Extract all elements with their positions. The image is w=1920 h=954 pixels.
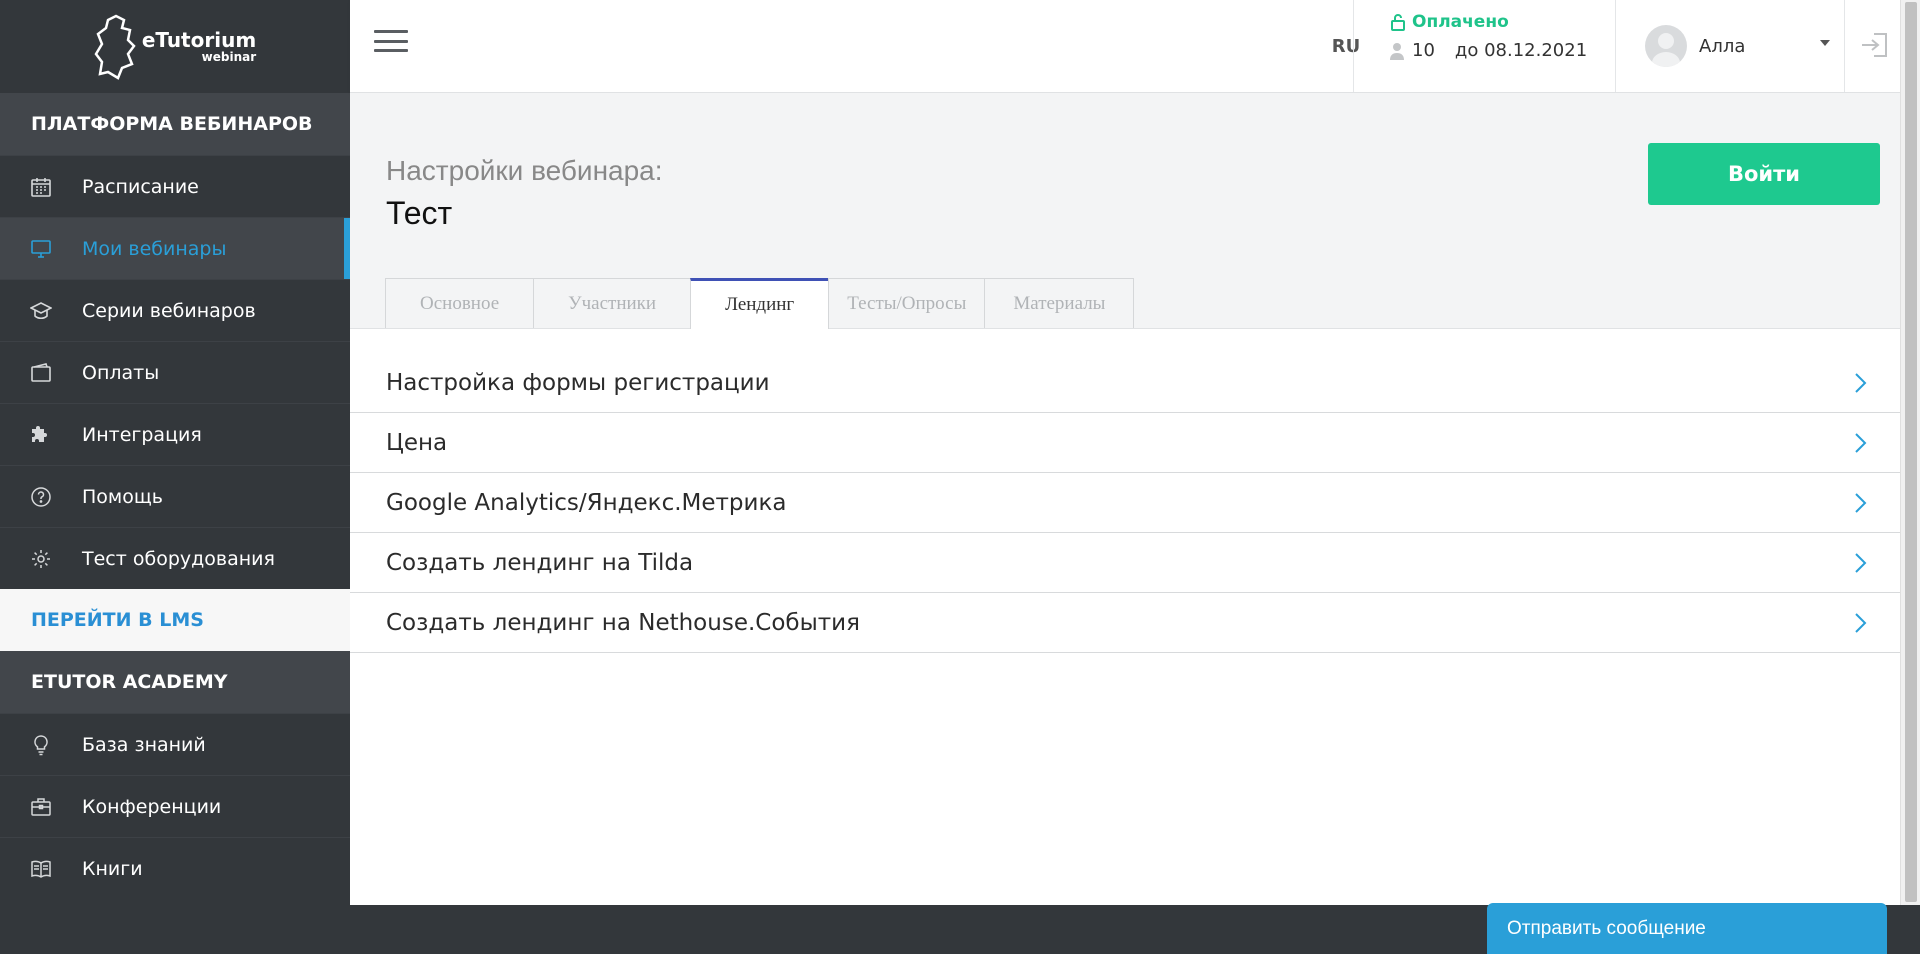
enter-button[interactable]: Войти [1648, 143, 1880, 205]
chevron-right-icon [1852, 431, 1868, 455]
user-menu[interactable]: Алла [1645, 0, 1845, 92]
sidebar: eTutorium webinar ПЛАТФОРМА ВЕБИНАРОВ Ра… [0, 0, 350, 905]
chevron-right-icon [1852, 611, 1868, 635]
tab-materials[interactable]: Материалы [984, 278, 1135, 328]
main-area: RU Оплачено 10 до 08.12.2021 Алла Настро… [350, 0, 1900, 905]
graduation-cap-icon [30, 300, 52, 322]
sidebar-item-label: Оплаты [82, 361, 160, 384]
chevron-right-icon [1852, 551, 1868, 575]
gear-icon [30, 548, 52, 570]
tab-landing[interactable]: Лендинг [690, 278, 830, 329]
setting-label: Цена [386, 429, 448, 456]
divider [1844, 0, 1845, 92]
tabs: Основное Участники Лендинг Тесты/Опросы … [385, 278, 1135, 329]
setting-tilda-landing[interactable]: Создать лендинг на Tilda [350, 533, 1900, 593]
wallet-icon [30, 362, 52, 384]
logo-map-icon [94, 14, 136, 80]
language-selector[interactable]: RU [1306, 0, 1386, 92]
sidebar-item-equipment-test[interactable]: Тест оборудования [0, 527, 350, 589]
setting-registration-form[interactable]: Настройка формы регистрации [350, 353, 1900, 413]
scrollbar-thumb[interactable] [1905, 2, 1917, 902]
section-header-academy: ETUTOR ACADEMY [0, 651, 350, 713]
sidebar-item-schedule[interactable]: Расписание [0, 155, 350, 217]
tab-tests-polls[interactable]: Тесты/Опросы [828, 278, 986, 328]
setting-label: Настройка формы регистрации [386, 369, 770, 396]
setting-label: Создать лендинг на Tilda [386, 549, 694, 576]
scrollbar[interactable] [1900, 0, 1920, 905]
sidebar-item-books[interactable]: Книги [0, 837, 350, 899]
avatar [1645, 25, 1687, 67]
sidebar-item-series[interactable]: Серии вебинаров [0, 279, 350, 341]
calendar-icon [30, 176, 52, 198]
sidebar-item-help[interactable]: Помощь [0, 465, 350, 527]
logo-sub-text: webinar [201, 50, 257, 64]
logo-main-text: eTutorium [141, 28, 257, 52]
sidebar-item-label: Книги [82, 857, 143, 880]
menu-icon[interactable] [374, 30, 408, 52]
logo[interactable]: eTutorium webinar [0, 0, 350, 93]
tab-participants[interactable]: Участники [533, 278, 692, 328]
setting-label: Google Analytics/Яндекс.Метрика [386, 489, 787, 516]
setting-nethouse-landing[interactable]: Создать лендинг на Nethouse.События [350, 593, 1900, 653]
setting-analytics[interactable]: Google Analytics/Яндекс.Метрика [350, 473, 1900, 533]
topbar: RU Оплачено 10 до 08.12.2021 Алла [350, 0, 1900, 93]
briefcase-icon [30, 796, 52, 818]
setting-price[interactable]: Цена [350, 413, 1900, 473]
logout-icon[interactable] [1860, 30, 1890, 60]
sidebar-item-conferences[interactable]: Конференции [0, 775, 350, 837]
paid-status-text: Оплачено [1412, 12, 1509, 32]
go-to-lms-link[interactable]: ПЕРЕЙТИ В LMS [0, 589, 350, 651]
page-subtitle: Настройки вебинара: [386, 155, 663, 186]
sidebar-item-payments[interactable]: Оплаты [0, 341, 350, 403]
lightbulb-icon [30, 734, 52, 756]
help-icon [30, 486, 52, 508]
sidebar-item-label: Тест оборудования [82, 547, 275, 570]
chevron-right-icon [1852, 491, 1868, 515]
page-title: Тест [386, 195, 453, 231]
person-icon [1390, 42, 1404, 60]
sidebar-item-label: База знаний [82, 733, 206, 756]
monitor-icon [30, 238, 52, 260]
section-header-platform: ПЛАТФОРМА ВЕБИНАРОВ [0, 93, 350, 155]
divider [1353, 0, 1354, 92]
sidebar-item-knowledge-base[interactable]: База знаний [0, 713, 350, 775]
puzzle-icon [30, 424, 52, 446]
sidebar-item-label: Серии вебинаров [82, 299, 256, 322]
unlock-icon [1391, 14, 1405, 31]
sidebar-item-label: Интеграция [82, 423, 202, 446]
user-name: Алла [1699, 35, 1746, 57]
chevron-right-icon [1852, 371, 1868, 395]
page-header: Настройки вебинара: Тест Войти Основное … [350, 93, 1900, 329]
tab-main[interactable]: Основное [385, 278, 535, 328]
sidebar-item-label: Конференции [82, 795, 222, 818]
chevron-down-icon [1820, 40, 1830, 46]
valid-until: до 08.12.2021 [1454, 40, 1588, 61]
settings-list: Настройка формы регистрации Цена Google … [350, 353, 1900, 653]
setting-label: Создать лендинг на Nethouse.События [386, 609, 860, 636]
plan-status[interactable]: Оплачено 10 до 08.12.2021 [1390, 12, 1630, 61]
sidebar-item-label: Мои вебинары [82, 237, 227, 260]
send-message-button[interactable]: Отправить сообщение [1487, 903, 1887, 954]
sidebar-item-integration[interactable]: Интеграция [0, 403, 350, 465]
divider [1615, 0, 1616, 92]
book-icon [30, 858, 52, 880]
sidebar-item-label: Помощь [82, 485, 163, 508]
sidebar-item-my-webinars[interactable]: Мои вебинары [0, 217, 350, 279]
seats-count: 10 [1412, 40, 1435, 61]
sidebar-item-label: Расписание [82, 175, 199, 198]
